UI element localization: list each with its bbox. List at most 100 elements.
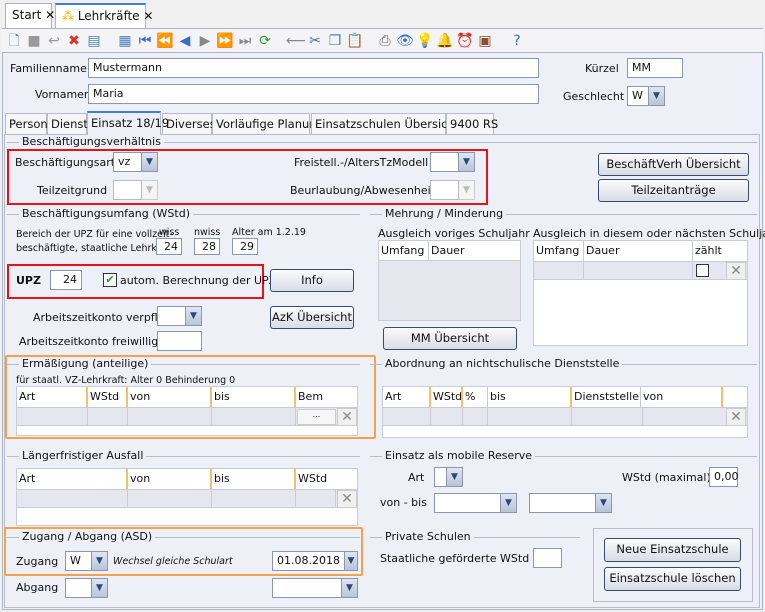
- column-header[interactable]: Bem: [294, 387, 325, 407]
- delete-row-icon[interactable]: ✕: [337, 408, 357, 426]
- column-header[interactable]: Dauer: [583, 241, 621, 261]
- delete-row-icon[interactable]: ✕: [726, 262, 746, 280]
- mob-von-select[interactable]: ▼: [434, 493, 517, 513]
- cut-icon[interactable]: ✂: [306, 32, 324, 50]
- column-header[interactable]: von: [640, 387, 665, 407]
- freistell-select[interactable]: ▼: [430, 152, 475, 172]
- next-icon[interactable]: ▶: [196, 32, 214, 50]
- neue-einsatzschule-button[interactable]: Neue Einsatzschule: [604, 538, 741, 562]
- azk-frei-input[interactable]: [157, 331, 202, 351]
- chevron-down-icon[interactable]: ▼: [92, 578, 108, 598]
- column-header[interactable]: Art: [17, 469, 37, 489]
- chevron-down-icon[interactable]: ▼: [142, 152, 158, 172]
- subtab-9400-rs[interactable]: 9400 RS: [446, 113, 498, 134]
- column-header[interactable]: Art: [17, 387, 37, 407]
- first-icon[interactable]: ⏮: [136, 32, 154, 50]
- column-header[interactable]: %: [461, 387, 477, 407]
- help-icon[interactable]: ?: [508, 32, 526, 50]
- person-card-icon[interactable]: ▣: [476, 32, 494, 50]
- form-icon[interactable]: ▤: [85, 32, 103, 50]
- beurlaubung-select[interactable]: ▼: [430, 180, 475, 200]
- tab-lehrkraefte[interactable]: ⁂ Lehrkräfte ✕: [55, 3, 153, 28]
- chevron-down-icon[interactable]: ▼: [649, 86, 665, 106]
- column-header[interactable]: zählt: [692, 241, 724, 261]
- column-header[interactable]: Umfang: [379, 241, 426, 261]
- subtab-person[interactable]: Person: [5, 113, 48, 134]
- upz-input[interactable]: 24: [50, 270, 82, 290]
- chevron-down-icon[interactable]: ▼: [447, 467, 463, 487]
- azk-verpfl-select[interactable]: ▼: [157, 306, 202, 326]
- beschaeftigungsart-select[interactable]: vz ▼: [113, 152, 158, 172]
- table-row[interactable]: ✕: [383, 407, 747, 426]
- column-header[interactable]: von: [126, 387, 152, 407]
- bem-ellipsis-button[interactable]: ...: [297, 409, 336, 425]
- save-icon[interactable]: ■: [25, 32, 43, 50]
- copy-form-icon[interactable]: ▦: [116, 32, 134, 50]
- new-record-icon[interactable]: 🗋: [5, 32, 23, 50]
- close-icon[interactable]: ✕: [143, 9, 153, 23]
- column-header[interactable]: bis: [210, 469, 232, 489]
- delete-icon[interactable]: ✖: [65, 32, 83, 50]
- geschlecht-select[interactable]: W ▼: [627, 86, 665, 106]
- close-icon[interactable]: ✕: [45, 8, 55, 22]
- teilzeitgrund-select[interactable]: ▼: [113, 180, 158, 200]
- back-arrow-icon[interactable]: ⟵: [286, 32, 306, 50]
- column-header[interactable]: von: [126, 469, 152, 489]
- info-button[interactable]: Info: [270, 269, 354, 292]
- chevron-down-icon[interactable]: ▼: [459, 152, 475, 172]
- bell-icon[interactable]: 🔔: [436, 32, 454, 50]
- zugang-select[interactable]: W ▼: [65, 551, 108, 571]
- prev-page-icon[interactable]: ⏪: [156, 32, 174, 50]
- prev-icon[interactable]: ◀: [176, 32, 194, 50]
- subtab-diverses[interactable]: Diverses: [162, 113, 216, 134]
- column-header[interactable]: bis: [487, 387, 508, 407]
- mob-art-select[interactable]: ▼: [434, 467, 463, 487]
- vornamen-input[interactable]: Maria: [88, 84, 539, 104]
- chevron-down-icon[interactable]: ▼: [342, 578, 358, 598]
- chevron-down-icon[interactable]: ▼: [92, 551, 108, 571]
- zugang-datum-select[interactable]: 01.08.2018 ▼: [272, 551, 358, 571]
- chevron-down-icon[interactable]: ▼: [344, 551, 358, 571]
- mm-uebersicht-button[interactable]: MM Übersicht: [383, 327, 517, 350]
- delete-row-icon[interactable]: ✕: [337, 490, 357, 508]
- subtab-einsatz[interactable]: Einsatz 18/19: [87, 111, 169, 135]
- table-row[interactable]: ✕: [534, 261, 747, 280]
- kuerzel-input[interactable]: MM: [627, 58, 683, 78]
- alarm-clock-icon[interactable]: ⏰: [456, 32, 474, 50]
- subtab-vorlaeufige-planung[interactable]: Vorläufige Planung: [212, 113, 324, 134]
- paste-icon[interactable]: 📋: [346, 32, 364, 50]
- mob-bis-select[interactable]: ▼: [529, 493, 612, 513]
- staatliche-wstd-input[interactable]: [533, 548, 562, 568]
- column-header[interactable]: Dauer: [428, 241, 466, 261]
- tab-start[interactable]: Start ✕: [5, 3, 55, 28]
- column-header[interactable]: Art: [383, 387, 403, 407]
- chevron-down-icon[interactable]: ▼: [501, 493, 517, 513]
- subtab-einsatzschulen-uebersicht[interactable]: Einsatzschulen Übersicht: [311, 113, 459, 134]
- abgang-select[interactable]: ▼: [65, 578, 108, 598]
- column-header[interactable]: WStd: [86, 387, 121, 407]
- chevron-down-icon[interactable]: ▼: [186, 306, 202, 326]
- print-icon[interactable]: ⎙: [376, 32, 394, 50]
- abgang-datum-select[interactable]: ▼: [272, 578, 358, 598]
- einsatzschule-loeschen-button[interactable]: Einsatzschule löschen: [604, 567, 741, 591]
- last-icon[interactable]: ⏭: [236, 32, 254, 50]
- refresh-icon[interactable]: ⟳: [256, 32, 274, 50]
- familienname-input[interactable]: Mustermann: [88, 58, 539, 78]
- teilzeitantraege-button[interactable]: Teilzeitanträge: [598, 179, 749, 202]
- column-header[interactable]: Dienststelle: [570, 387, 641, 407]
- auto-upz-checkbox[interactable]: ✔: [103, 273, 117, 287]
- undo-icon[interactable]: ↩: [45, 32, 63, 50]
- beschaeftverh-uebersicht-button[interactable]: BeschäftVerh Übersicht: [598, 153, 749, 176]
- delete-row-icon[interactable]: ✕: [726, 408, 746, 426]
- wstd-maximal-input[interactable]: 0,00: [709, 467, 739, 487]
- table-row[interactable]: ... ✕: [17, 407, 357, 426]
- copy-icon[interactable]: ❐: [326, 32, 344, 50]
- column-header[interactable]: WStd: [429, 387, 464, 407]
- column-header[interactable]: WStd: [294, 469, 329, 489]
- column-header[interactable]: bis: [210, 387, 232, 407]
- table-row[interactable]: ✕: [17, 489, 357, 508]
- next-page-icon[interactable]: ⏩: [216, 32, 234, 50]
- idea-icon[interactable]: 💡: [416, 32, 434, 50]
- preview-icon[interactable]: 👁: [396, 32, 414, 50]
- chevron-down-icon[interactable]: ▼: [596, 493, 612, 513]
